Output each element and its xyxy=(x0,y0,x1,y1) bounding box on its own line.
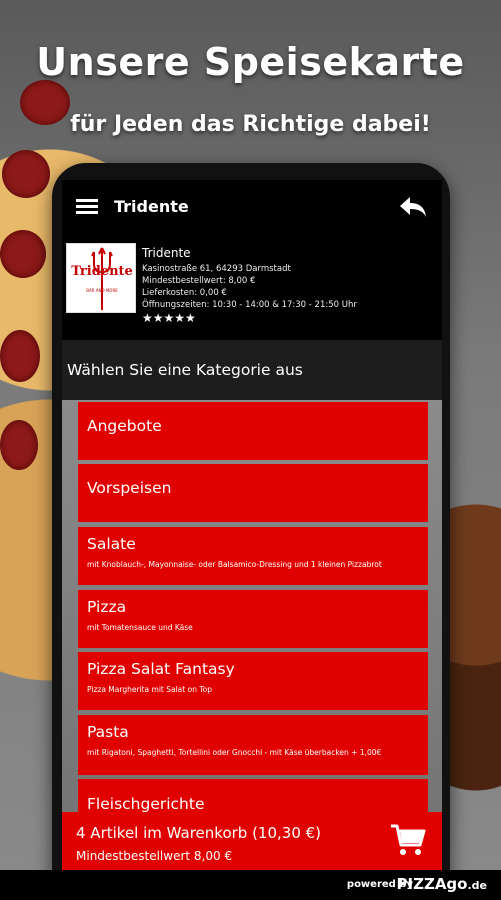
restaurant-delivery-cost: Lieferkosten: 0,00 € xyxy=(142,288,227,298)
category-title: Pizza xyxy=(87,598,127,616)
trident-icon xyxy=(91,247,113,310)
hamburger-menu-icon[interactable] xyxy=(76,199,98,215)
category-subtitle: Pizza Margherita mit Salat on Top xyxy=(87,685,212,694)
category-item-salate[interactable]: Salate mit Knoblauch-, Mayonnaise- oder … xyxy=(78,527,428,585)
brand-main: PIZZAgo xyxy=(396,875,468,893)
restaurant-info: Tridente BAR AND MORE Tridente Kasinostr… xyxy=(62,238,442,338)
restaurant-address: Kasinostraße 61, 64293 Darmstadt xyxy=(142,264,291,274)
category-item-pizza[interactable]: Pizza mit Tomatensauce und Käse xyxy=(78,590,428,648)
cart-summary: 4 Artikel im Warenkorb (10,30 €) xyxy=(76,824,322,842)
category-item-pizza-salat-fantasy[interactable]: Pizza Salat Fantasy Pizza Margherita mit… xyxy=(78,652,428,710)
pizza-salami-decoration xyxy=(2,150,50,198)
pizza-salami-decoration xyxy=(0,330,40,382)
logo-text: Tridente xyxy=(71,264,133,279)
back-arrow-icon[interactable] xyxy=(398,192,428,222)
category-header: Wählen Sie eine Kategorie aus xyxy=(62,340,442,400)
pizzago-brand: PIZZAgo.de xyxy=(397,875,488,893)
cart-min-order: Mindestbestellwert 8,00 € xyxy=(76,849,233,863)
app-screen: Tridente Tridente BAR AND MORE Tridente … xyxy=(62,180,442,900)
restaurant-name: Tridente xyxy=(142,246,191,260)
shopping-cart-icon[interactable] xyxy=(390,823,426,857)
category-subtitle: mit Rigatoni, Spaghetti, Tortellini oder… xyxy=(87,748,382,757)
category-list: Angebote Vorspeisen Salate mit Knoblauch… xyxy=(78,402,428,812)
category-item-angebote[interactable]: Angebote xyxy=(78,402,428,460)
brand-suffix: .de xyxy=(467,879,487,892)
category-title: Pizza Salat Fantasy xyxy=(87,660,235,678)
cart-bar[interactable]: 4 Artikel im Warenkorb (10,30 €) Mindest… xyxy=(62,812,442,870)
category-title: Pasta xyxy=(87,723,129,741)
category-header-text: Wählen Sie eine Kategorie aus xyxy=(67,361,303,379)
promo-subline: für Jeden das Richtige dabei! xyxy=(70,112,431,137)
app-bar: Tridente xyxy=(62,180,442,235)
logo-subtext: BAR AND MORE xyxy=(86,288,118,293)
category-item-vorspeisen[interactable]: Vorspeisen xyxy=(78,464,428,522)
category-title: Angebote xyxy=(87,417,162,435)
restaurant-logo: Tridente BAR AND MORE xyxy=(66,243,136,313)
pizza-salami-decoration xyxy=(0,230,46,278)
category-title: Salate xyxy=(87,535,136,553)
restaurant-hours: Öffnungszeiten: 10:30 - 14:00 & 17:30 - … xyxy=(142,300,357,310)
rating-stars: ★★★★★ xyxy=(142,311,196,325)
category-item-fleischgerichte[interactable]: Fleischgerichte xyxy=(78,779,428,812)
category-title: Fleischgerichte xyxy=(87,795,205,812)
category-item-pasta[interactable]: Pasta mit Rigatoni, Spaghetti, Tortellin… xyxy=(78,715,428,775)
pizza-salami-decoration xyxy=(0,420,38,470)
footer-bar: powered by PIZZAgo.de xyxy=(0,870,501,900)
category-subtitle: mit Tomatensauce und Käse xyxy=(87,623,193,632)
app-title: Tridente xyxy=(114,197,189,216)
restaurant-min-order: Mindestbestellwert: 8,00 € xyxy=(142,276,256,286)
category-subtitle: mit Knoblauch-, Mayonnaise- oder Balsami… xyxy=(87,560,382,569)
promo-headline: Unsere Speisekarte xyxy=(36,40,465,84)
category-title: Vorspeisen xyxy=(87,479,172,497)
